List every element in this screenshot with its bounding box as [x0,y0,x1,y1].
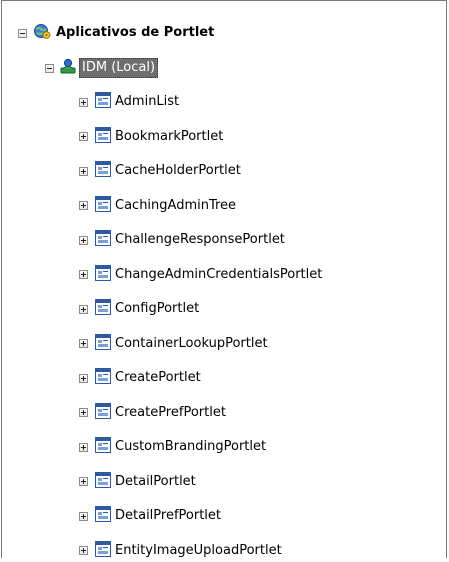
portlet-window-icon [95,264,111,285]
portlet-tree: Aplicativos de Portlet IDM (Local) Admin… [2,1,446,558]
portlet-label: CacheHolderPortlet [115,163,241,178]
portlet-window-icon [95,92,111,112]
portlet-label: AdminList [115,94,180,109]
portlet-label: EntityImageUploadPortlet [115,542,282,558]
server-user-icon [59,57,77,79]
expand-toggle-icon[interactable] [79,477,88,486]
tree-node-portlet[interactable]: ContainerLookupPortlet [79,333,270,355]
portlet-label: ContainerLookupPortlet [115,335,268,351]
collapse-toggle-icon[interactable] [18,28,27,38]
portlet-window-icon [95,333,111,354]
expand-toggle-icon[interactable] [79,546,88,555]
tree-node-portlet[interactable]: EntityImageUploadPortlet [79,540,284,562]
globe-gear-icon [33,22,51,44]
tree-node-portlet[interactable]: CachingAdminTree [79,195,238,217]
expand-toggle-icon[interactable] [79,442,88,452]
expand-toggle-icon[interactable] [79,408,88,417]
tree-node-portlet[interactable]: BookmarkPortlet [79,126,225,148]
portlet-window-icon [95,230,111,250]
root-label: Aplicativos de Portlet [56,25,215,40]
portlet-window-icon [95,299,111,319]
tree-node-portlet[interactable]: DetailPortlet [79,471,198,493]
portlet-label: ChallengeResponsePortlet [115,232,285,247]
expand-toggle-icon[interactable] [79,166,88,176]
portlet-label: DetailPortlet [115,473,196,489]
expand-toggle-icon[interactable] [79,373,88,383]
portlet-window-icon [95,437,111,457]
portlet-window-icon [95,368,111,388]
tree-node-portlet[interactable]: ChangeAdminCredentialsPortlet [79,264,324,286]
expand-toggle-icon[interactable] [79,97,88,107]
expand-toggle-icon[interactable] [79,270,88,279]
tree-node-portlet[interactable]: CreatePortlet [79,367,203,389]
portlet-label: CachingAdminTree [115,197,237,213]
portlet-window-icon [95,161,111,181]
portlet-label: CustomBrandingPortlet [115,439,267,454]
expand-toggle-icon[interactable] [79,201,88,210]
server-label-selected: IDM (Local) [79,58,159,78]
tree-node-portlet[interactable]: ConfigPortlet [79,298,201,320]
portlet-label: ChangeAdminCredentialsPortlet [115,266,323,282]
tree-node-portlet[interactable]: DetailPrefPortlet [79,505,223,527]
tree-node-portlet[interactable]: AdminList [79,91,181,113]
tree-node-portlet[interactable]: CustomBrandingPortlet [79,436,268,458]
portlet-label: DetailPrefPortlet [115,508,222,523]
tree-node-portlet[interactable]: ChallengeResponsePortlet [79,229,287,251]
portlet-label: ConfigPortlet [115,301,200,316]
tree-node-server[interactable]: IDM (Local) [45,57,159,79]
portlet-window-icon [95,126,111,147]
collapse-toggle-icon[interactable] [45,63,54,73]
portlet-label: BookmarkPortlet [115,128,224,144]
portlet-label: CreatePrefPortlet [115,404,226,420]
portlet-window-icon [95,402,111,423]
expand-toggle-icon[interactable] [79,304,88,314]
portlet-window-icon [95,506,111,526]
portlet-window-icon [95,195,111,216]
expand-toggle-icon[interactable] [79,235,88,245]
tree-node-portlet[interactable]: CreatePrefPortlet [79,402,228,424]
tree-node-portlet[interactable]: CacheHolderPortlet [79,160,243,182]
tree-panel: Aplicativos de Portlet IDM (Local) Admin… [1,0,447,558]
expand-toggle-icon[interactable] [79,132,88,141]
expand-toggle-icon[interactable] [79,511,88,521]
portlet-label: CreatePortlet [115,370,201,385]
portlet-window-icon [95,471,111,492]
expand-toggle-icon[interactable] [79,339,88,348]
tree-node-root[interactable]: Aplicativos de Portlet [18,22,216,44]
